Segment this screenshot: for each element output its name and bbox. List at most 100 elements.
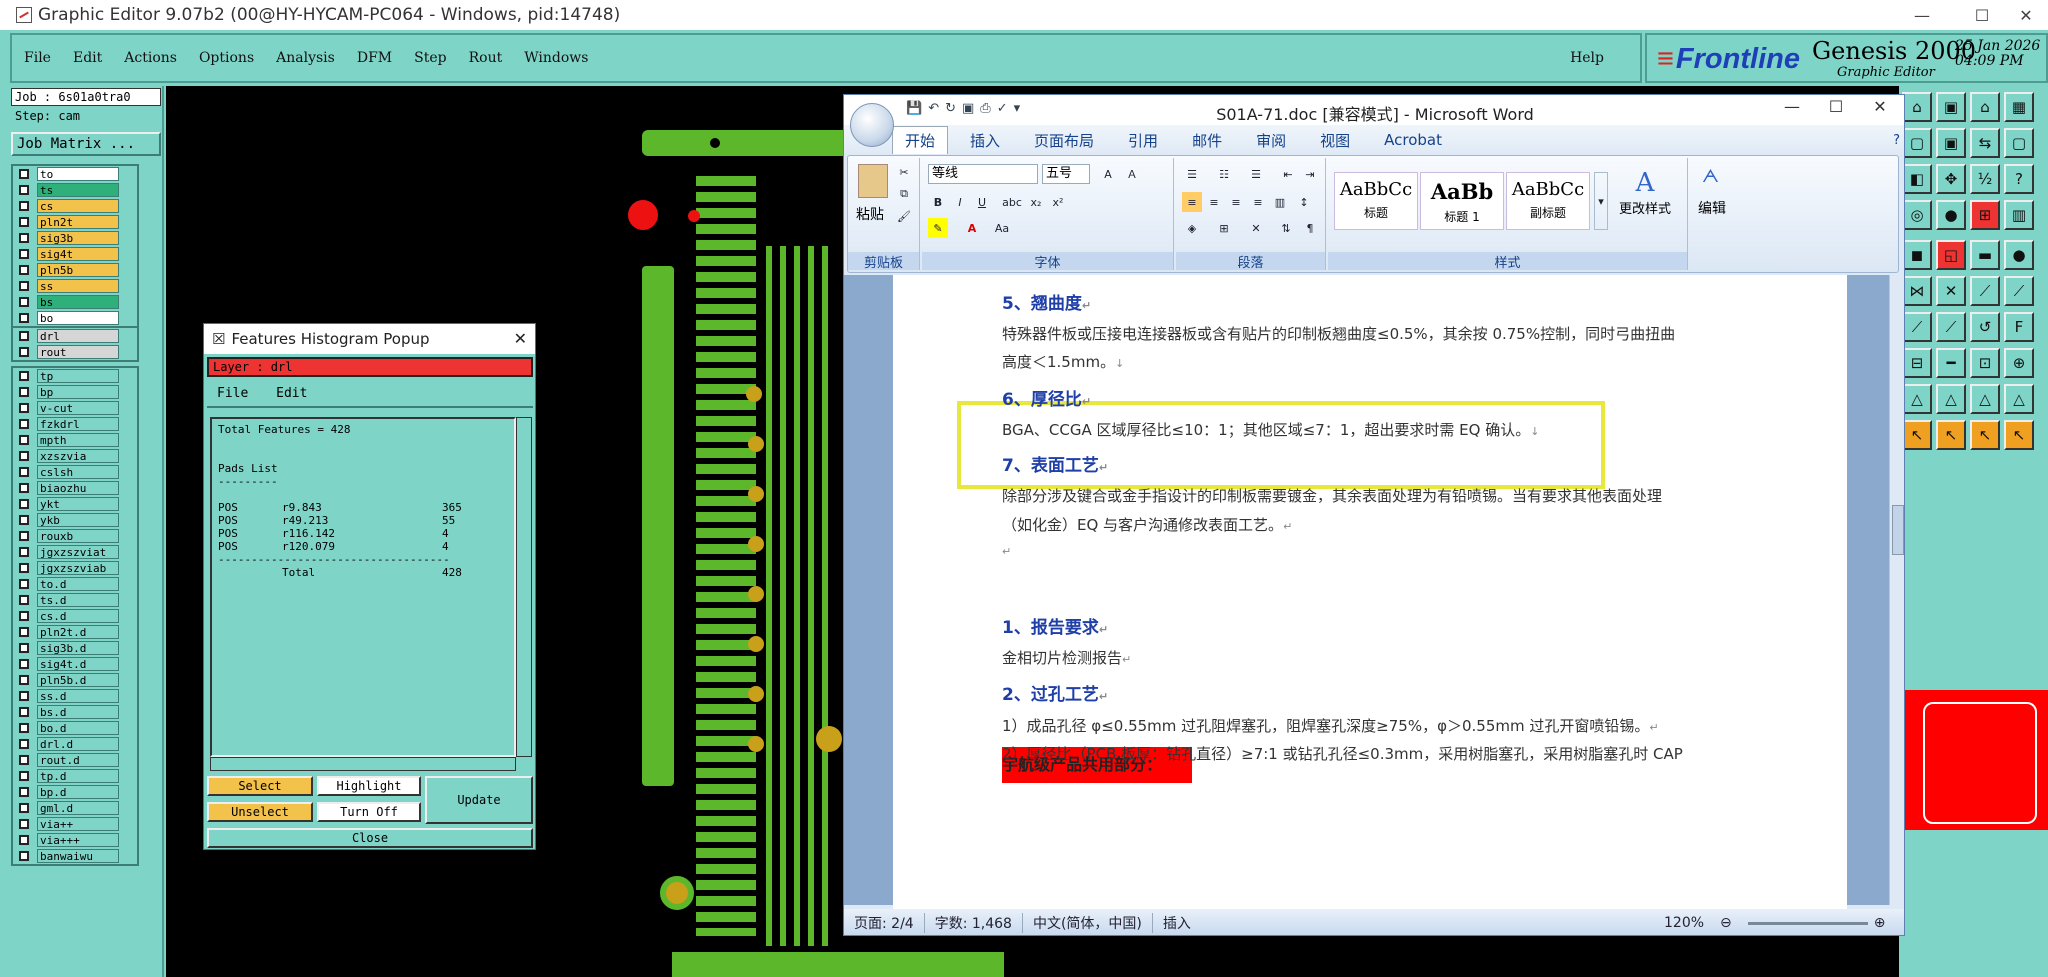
layer-checkbox[interactable] — [19, 499, 29, 509]
layer-name[interactable]: to — [37, 167, 119, 181]
layer-checkbox[interactable] — [19, 579, 29, 589]
layer-row[interactable]: rouxb — [13, 528, 137, 544]
tool-icon[interactable]: ▢ — [2004, 128, 2034, 158]
layer-checkbox[interactable] — [19, 467, 29, 477]
layer-name[interactable]: ts.d — [37, 593, 119, 607]
close-button[interactable]: Close — [207, 828, 533, 848]
align-right-icon[interactable]: ≡ — [1226, 192, 1246, 212]
tab-insert[interactable]: 插入 — [970, 130, 1000, 151]
tool-icon[interactable]: △ — [2004, 384, 2034, 414]
layer-checkbox[interactable] — [19, 169, 29, 179]
word-maximize-icon[interactable]: ☐ — [1814, 97, 1858, 123]
layer-row[interactable]: banwaiwu — [13, 848, 137, 864]
tool-icon[interactable]: ▥ — [2004, 200, 2034, 230]
layer-row[interactable]: tp — [13, 368, 137, 384]
layer-name[interactable]: ykb — [37, 513, 119, 527]
layer-row[interactable]: xzszvia — [13, 448, 137, 464]
layer-name[interactable]: ykt — [37, 497, 119, 511]
layer-name[interactable]: xzszvia — [37, 449, 119, 463]
tool-icon[interactable]: ● — [1936, 200, 1966, 230]
menu-step[interactable]: Step — [414, 50, 446, 66]
justify-icon[interactable]: ≡ — [1248, 192, 1268, 212]
tool-icon[interactable]: ◱ — [1936, 240, 1966, 270]
layer-row[interactable]: pln2t.d — [13, 624, 137, 640]
cut-icon[interactable]: ✂ — [894, 162, 914, 182]
align-center-icon[interactable]: ≡ — [1204, 192, 1224, 212]
layer-row[interactable]: cslsh — [13, 464, 137, 480]
change-styles-button[interactable]: A 更改样式 — [1612, 168, 1678, 217]
tool-icon[interactable]: ✕ — [1936, 276, 1966, 306]
layer-row[interactable]: ykb — [13, 512, 137, 528]
popup-menu-file[interactable]: File — [217, 386, 248, 401]
layer-checkbox[interactable] — [19, 627, 29, 637]
layer-name[interactable]: bp — [37, 385, 119, 399]
layer-row[interactable]: jgxzszviab — [13, 560, 137, 576]
layer-row[interactable]: ts — [13, 182, 137, 198]
layer-row[interactable]: pln5b.d — [13, 672, 137, 688]
layer-name[interactable]: v-cut — [37, 401, 119, 415]
layer-checkbox[interactable] — [19, 595, 29, 605]
styles-scroll-icon[interactable]: ▾ — [1594, 172, 1608, 230]
menu-rout[interactable]: Rout — [469, 50, 503, 66]
distributed-icon[interactable]: ▥ — [1270, 192, 1290, 212]
tab-home[interactable]: 开始 — [892, 126, 949, 154]
layer-name[interactable]: sig4t.d — [37, 657, 119, 671]
layer-checkbox[interactable] — [19, 771, 29, 781]
layer-checkbox[interactable] — [19, 201, 29, 211]
layer-name[interactable]: rouxb — [37, 529, 119, 543]
layer-checkbox[interactable] — [19, 435, 29, 445]
tool-icon[interactable]: ● — [2004, 240, 2034, 270]
layer-name[interactable]: banwaiwu — [37, 849, 119, 863]
strikethrough-icon[interactable]: abc — [1002, 192, 1022, 212]
layer-checkbox[interactable] — [19, 835, 29, 845]
menu-actions[interactable]: Actions — [124, 50, 177, 66]
layer-row[interactable]: bo — [13, 310, 137, 326]
layer-row[interactable]: rout.d — [13, 752, 137, 768]
bullets-icon[interactable]: ☰ — [1182, 164, 1202, 184]
font-color-icon[interactable]: A — [962, 218, 982, 238]
layer-row[interactable]: bp — [13, 384, 137, 400]
layer-checkbox[interactable] — [19, 185, 29, 195]
layer-row[interactable]: pln2t — [13, 214, 137, 230]
layer-checkbox[interactable] — [19, 313, 29, 323]
tool-icon[interactable]: ↺ — [1970, 312, 2000, 342]
tool-icon[interactable]: ? — [2004, 164, 2034, 194]
layer-row[interactable]: via+++ — [13, 832, 137, 848]
font-size-combo[interactable]: 五号 — [1042, 164, 1090, 184]
decrease-indent-icon[interactable]: ⇤ — [1278, 164, 1298, 184]
horizontal-scrollbar[interactable] — [210, 757, 516, 771]
scroll-thumb[interactable] — [1892, 505, 1904, 555]
tool-icon[interactable]: ⊟ — [1902, 348, 1932, 378]
layer-row[interactable]: bp.d — [13, 784, 137, 800]
layer-row[interactable]: ykt — [13, 496, 137, 512]
superscript-icon[interactable]: x² — [1048, 192, 1068, 212]
format-painter-icon[interactable]: 🖌 — [894, 206, 914, 226]
tool-icon[interactable]: ⊞ — [1970, 200, 2000, 230]
maximize-icon[interactable]: ☐ — [1960, 0, 2004, 30]
layer-checkbox[interactable] — [19, 233, 29, 243]
paste-button[interactable]: 粘贴 — [856, 204, 884, 224]
style-title[interactable]: AaBbCc 标题 — [1334, 172, 1418, 230]
layer-name[interactable]: bs — [37, 295, 119, 309]
layer-row[interactable]: pln5b — [13, 262, 137, 278]
document-scrollbar[interactable] — [1889, 275, 1904, 905]
zoom-slider[interactable] — [1747, 921, 1868, 925]
tool-icon[interactable]: ⊡ — [1970, 348, 2000, 378]
status-words[interactable]: 字数: 1,468 — [935, 913, 1023, 933]
layer-name[interactable]: via+++ — [37, 833, 119, 847]
bold-icon[interactable]: B — [928, 192, 948, 212]
layer-name[interactable]: bo.d — [37, 721, 119, 735]
layer-checkbox[interactable] — [19, 451, 29, 461]
layer-checkbox[interactable] — [19, 515, 29, 525]
status-language[interactable]: 中文(简体，中国) — [1033, 913, 1153, 933]
layer-name[interactable]: rout — [37, 345, 119, 359]
menu-dfm[interactable]: DFM — [357, 50, 392, 66]
layer-checkbox[interactable] — [19, 297, 29, 307]
tab-view[interactable]: 视图 — [1320, 130, 1350, 151]
layer-row[interactable]: sig3b.d — [13, 640, 137, 656]
layer-name[interactable]: jgxzszviat — [37, 545, 119, 559]
select-button[interactable]: Select — [207, 776, 313, 796]
tool-icon[interactable]: ⋈ — [1902, 276, 1932, 306]
tool-icon[interactable]: △ — [1902, 384, 1932, 414]
layer-checkbox[interactable] — [19, 819, 29, 829]
